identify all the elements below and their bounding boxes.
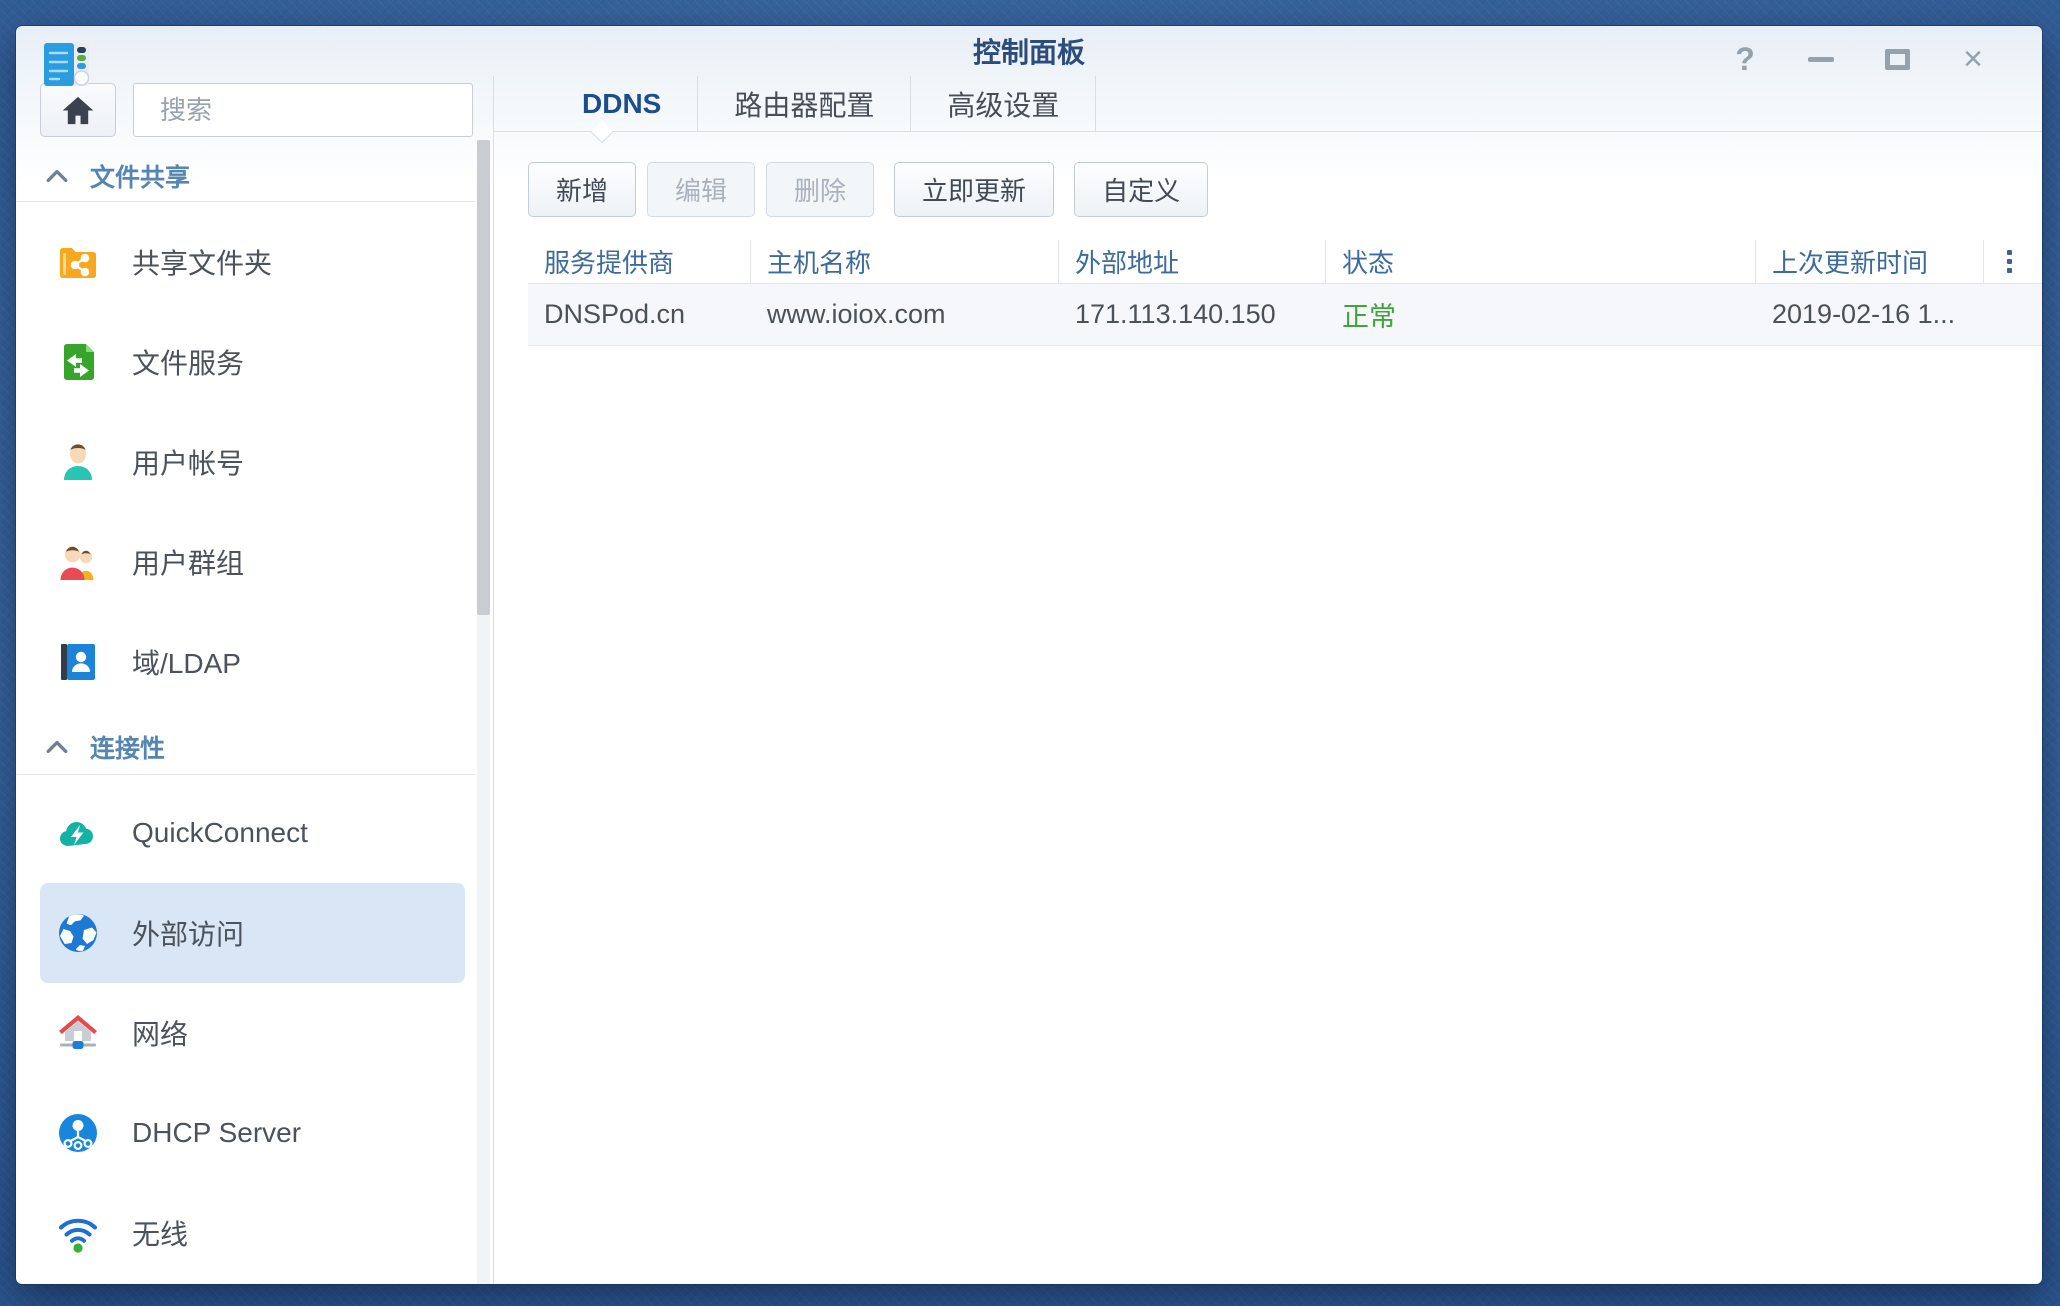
column-header-hostname[interactable]: 主机名称 [751,240,1059,283]
column-settings-icon[interactable] [2001,244,2018,279]
cell-hostname: www.ioiox.com [751,284,1059,345]
maximize-icon [1885,49,1910,70]
cell-menu [1984,284,2042,345]
home-icon [61,95,95,126]
sidebar-item-wireless[interactable]: 无线 [40,1183,465,1283]
column-header-status[interactable]: 状态 [1326,240,1756,283]
desktop-background: 控制面板 ? × [0,0,2060,1306]
cell-external-address: 171.113.140.150 [1059,284,1326,345]
ddns-table: 服务提供商 主机名称 外部地址 状态 上次更新时间 DNSPod.cn [528,240,2042,346]
minimize-button[interactable] [1804,44,1838,74]
maximize-button[interactable] [1880,44,1914,74]
sidebar-item-dhcp-server[interactable]: DHCP Server [40,1083,465,1183]
add-button[interactable]: 新增 [528,162,636,217]
update-now-button[interactable]: 立即更新 [894,162,1054,217]
tab-bar: DDNS 路由器配置 高级设置 [494,76,2042,132]
column-header-last-update[interactable]: 上次更新时间 [1756,240,1984,283]
sidebar-item-quickconnect[interactable]: QuickConnect [40,783,465,883]
search-input[interactable] [160,95,495,126]
user-account-icon [56,440,100,484]
sidebar-item-label: 外部访问 [132,913,244,953]
control-panel-app-icon [40,38,92,90]
delete-button[interactable]: 删除 [766,162,874,217]
control-panel-window: 控制面板 ? × [16,26,2042,1284]
help-button[interactable]: ? [1728,44,1762,74]
file-service-icon [56,340,100,384]
domain-ldap-icon [56,640,100,684]
main-content: DDNS 路由器配置 高级设置 新增 编辑 删除 立即更新 自定义 [494,76,2042,1284]
sidebar-item-user-accounts[interactable]: 用户帐号 [40,412,465,512]
chevron-up-icon [46,740,68,754]
sidebar-item-label: 文件服务 [132,342,244,382]
tab-label: 高级设置 [947,84,1059,124]
network-icon [56,1011,100,1055]
sidebar-item-label: DHCP Server [132,1117,301,1149]
sidebar-item-label: QuickConnect [132,817,308,849]
cell-status: 正常 [1326,284,1756,345]
search-box[interactable] [133,83,473,137]
table-row[interactable]: DNSPod.cn www.ioiox.com 171.113.140.150 … [528,284,2042,346]
external-access-icon [56,911,100,955]
user-group-icon [56,540,100,584]
dhcp-server-icon [56,1111,100,1155]
toolbar: 新增 编辑 删除 立即更新 自定义 [528,162,2042,217]
sidebar-item-label: 无线 [132,1213,188,1253]
section-header-connectivity[interactable]: 连接性 [16,712,475,775]
tab-label: 路由器配置 [734,84,874,124]
shared-folder-icon [56,240,100,284]
sidebar-item-domain-ldap[interactable]: 域/LDAP [40,612,465,712]
quickconnect-icon [56,811,100,855]
sidebar-scrollbar-thumb[interactable] [477,140,490,615]
customize-button[interactable]: 自定义 [1074,162,1208,217]
sidebar-item-label: 网络 [132,1013,188,1053]
column-header-provider[interactable]: 服务提供商 [528,240,751,283]
minimize-icon [1808,57,1834,62]
cell-provider: DNSPod.cn [528,284,751,345]
tab-advanced-settings[interactable]: 高级设置 [911,76,1096,132]
section-label: 连接性 [90,729,165,765]
sidebar-item-label: 共享文件夹 [132,242,272,282]
tab-label: DDNS [582,88,661,120]
table-header: 服务提供商 主机名称 外部地址 状态 上次更新时间 [528,240,2042,284]
titlebar[interactable]: 控制面板 ? × [16,26,2042,76]
sidebar-item-user-groups[interactable]: 用户群组 [40,512,465,612]
tab-ddns[interactable]: DDNS [546,76,698,132]
sidebar-item-label: 用户群组 [132,542,244,582]
sidebar-item-label: 用户帐号 [132,442,244,482]
column-menu-cell [1984,240,2042,283]
sidebar-item-external-access[interactable]: 外部访问 [40,883,465,983]
section-label: 文件共享 [90,158,190,194]
section-header-file-sharing[interactable]: 文件共享 [16,137,475,202]
sidebar-item-label: 域/LDAP [132,642,241,682]
column-header-external-address[interactable]: 外部地址 [1059,240,1326,283]
chevron-up-icon [46,169,68,183]
tab-router-configuration[interactable]: 路由器配置 [698,76,911,132]
wireless-icon [56,1211,100,1255]
close-button[interactable]: × [1956,44,1990,74]
sidebar-item-network[interactable]: 网络 [40,983,465,1083]
home-button[interactable] [40,83,116,137]
sidebar-item-file-services[interactable]: 文件服务 [40,312,465,412]
sidebar-item-shared-folder[interactable]: 共享文件夹 [40,212,465,312]
cell-last-update: 2019-02-16 1... [1756,284,1984,345]
sidebar-scrollbar[interactable] [477,140,490,1284]
edit-button[interactable]: 编辑 [647,162,755,217]
sidebar: 文件共享 [16,76,494,1284]
